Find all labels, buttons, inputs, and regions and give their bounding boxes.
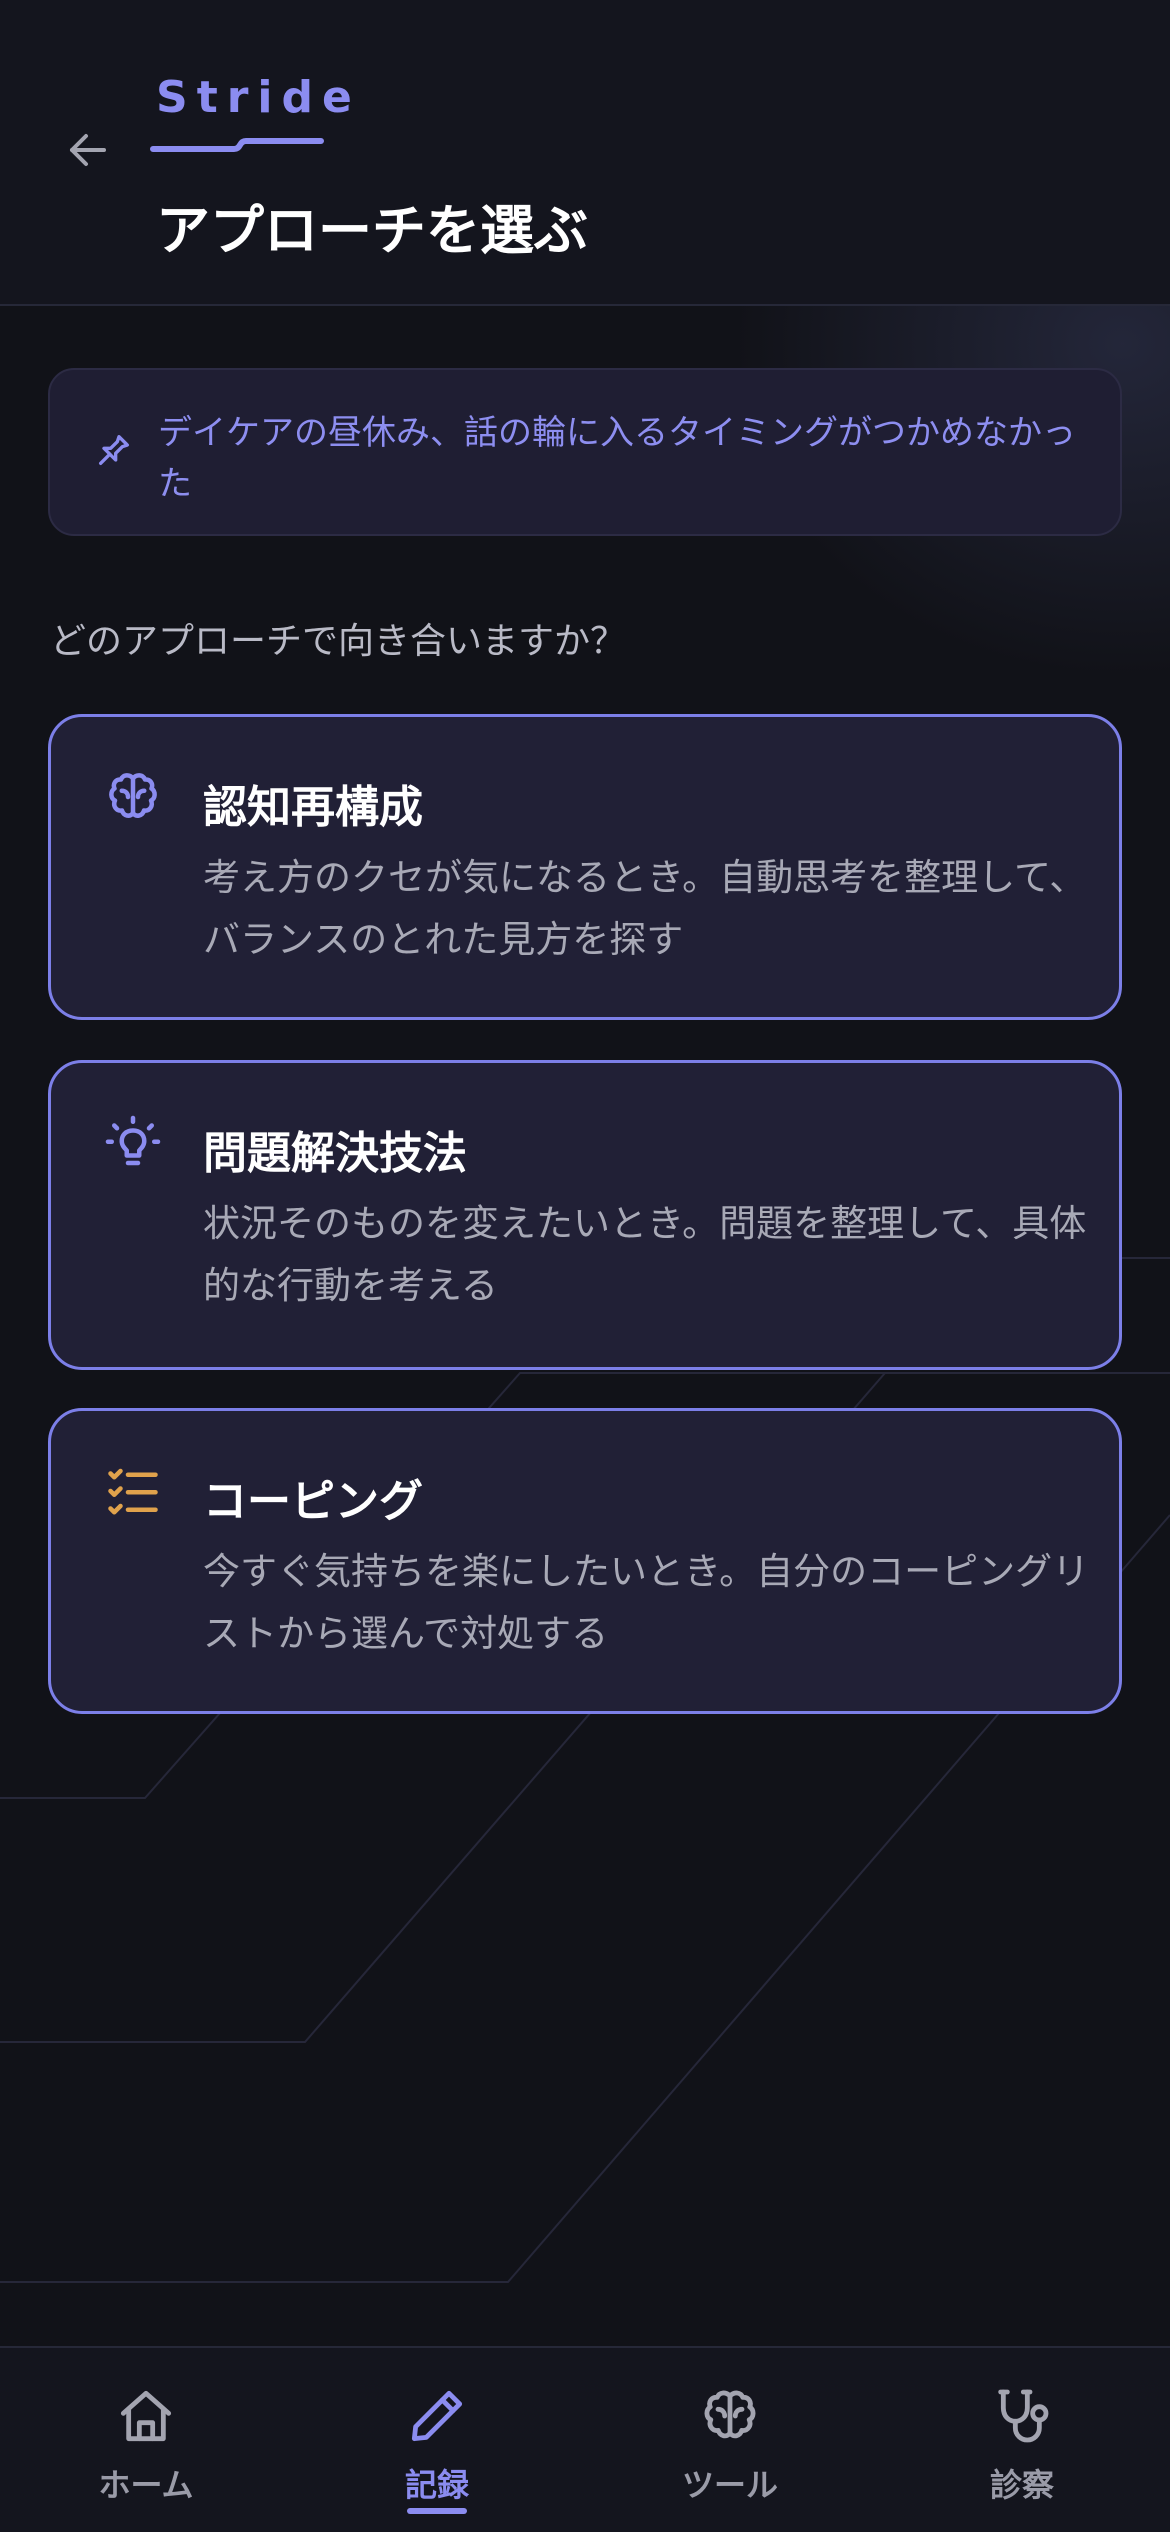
checklist-icon xyxy=(108,1468,158,1515)
brand-underline xyxy=(150,138,324,152)
nav-home[interactable]: ホーム xyxy=(46,2348,246,2532)
approach-description: 考え方のクセが気になるとき。自動思考を整理して、バランスのとれた見方を探す xyxy=(203,856,1087,961)
nav-label: 記録 xyxy=(404,2466,469,2504)
page-title: アプローチを選ぶ xyxy=(156,199,588,262)
approach-description: 今すぐ気持ちを楽にしたいとき。自分のコーピングリストから選んで対処する xyxy=(203,1550,1090,1655)
nav-label: ホーム xyxy=(98,2466,194,2504)
approach-card-cognitive-restructuring[interactable]: 認知再構成 考え方のクセが気になるとき。自動思考を整理して、バランスのとれた見方… xyxy=(48,714,1122,1020)
brain-icon xyxy=(109,773,157,818)
approach-card-coping[interactable]: コーピング 今すぐ気持ちを楽にしたいとき。自分のコーピングリストから選んで対処す… xyxy=(48,1408,1122,1714)
home-icon xyxy=(120,2390,172,2442)
back-button[interactable] xyxy=(56,118,120,182)
nav-consultation[interactable]: 診察 xyxy=(922,2348,1122,2532)
approach-title: 認知再構成 xyxy=(203,782,423,833)
approach-title: 問題解決技法 xyxy=(203,1128,467,1179)
pin-icon xyxy=(99,435,129,465)
header: Stride アプローチを選ぶ xyxy=(0,0,1170,306)
nav-label: 診察 xyxy=(989,2466,1054,2504)
nav-tools[interactable]: ツール xyxy=(630,2348,830,2532)
approach-description: 状況そのものを変えたいとき。問題を整理して、具体的な行動を考える xyxy=(203,1202,1087,1307)
active-tab-indicator xyxy=(407,2508,467,2514)
brain-icon xyxy=(704,2390,756,2439)
context-note: デイケアの昼休み、話の輪に入るタイミングがつかめなかった xyxy=(48,368,1122,536)
approach-title: コーピング xyxy=(203,1476,423,1527)
pencil-icon xyxy=(411,2390,463,2442)
screen: Stride アプローチを選ぶ デイケアの昼休み、話の輪に入るタイミングがつかめ… xyxy=(0,0,1170,2532)
bottom-nav: ホーム 記録 ツール 診察 xyxy=(0,2346,1170,2532)
stethoscope-icon xyxy=(998,2389,1049,2443)
nav-label: ツール xyxy=(681,2466,778,2504)
arrow-left-icon xyxy=(70,134,106,166)
question-prompt: どのアプローチで向き合いますか？ xyxy=(50,621,627,662)
brand-logo: Stride xyxy=(156,72,361,123)
nav-record[interactable]: 記録 xyxy=(337,2348,537,2532)
approach-card-problem-solving[interactable]: 問題解決技法 状況そのものを変えたいとき。問題を整理して、具体的な行動を考える xyxy=(48,1060,1122,1370)
lightbulb-icon xyxy=(105,1115,161,1166)
context-note-text: デイケアの昼休み、話の輪に入るタイミングがつかめなかった xyxy=(158,413,1076,504)
